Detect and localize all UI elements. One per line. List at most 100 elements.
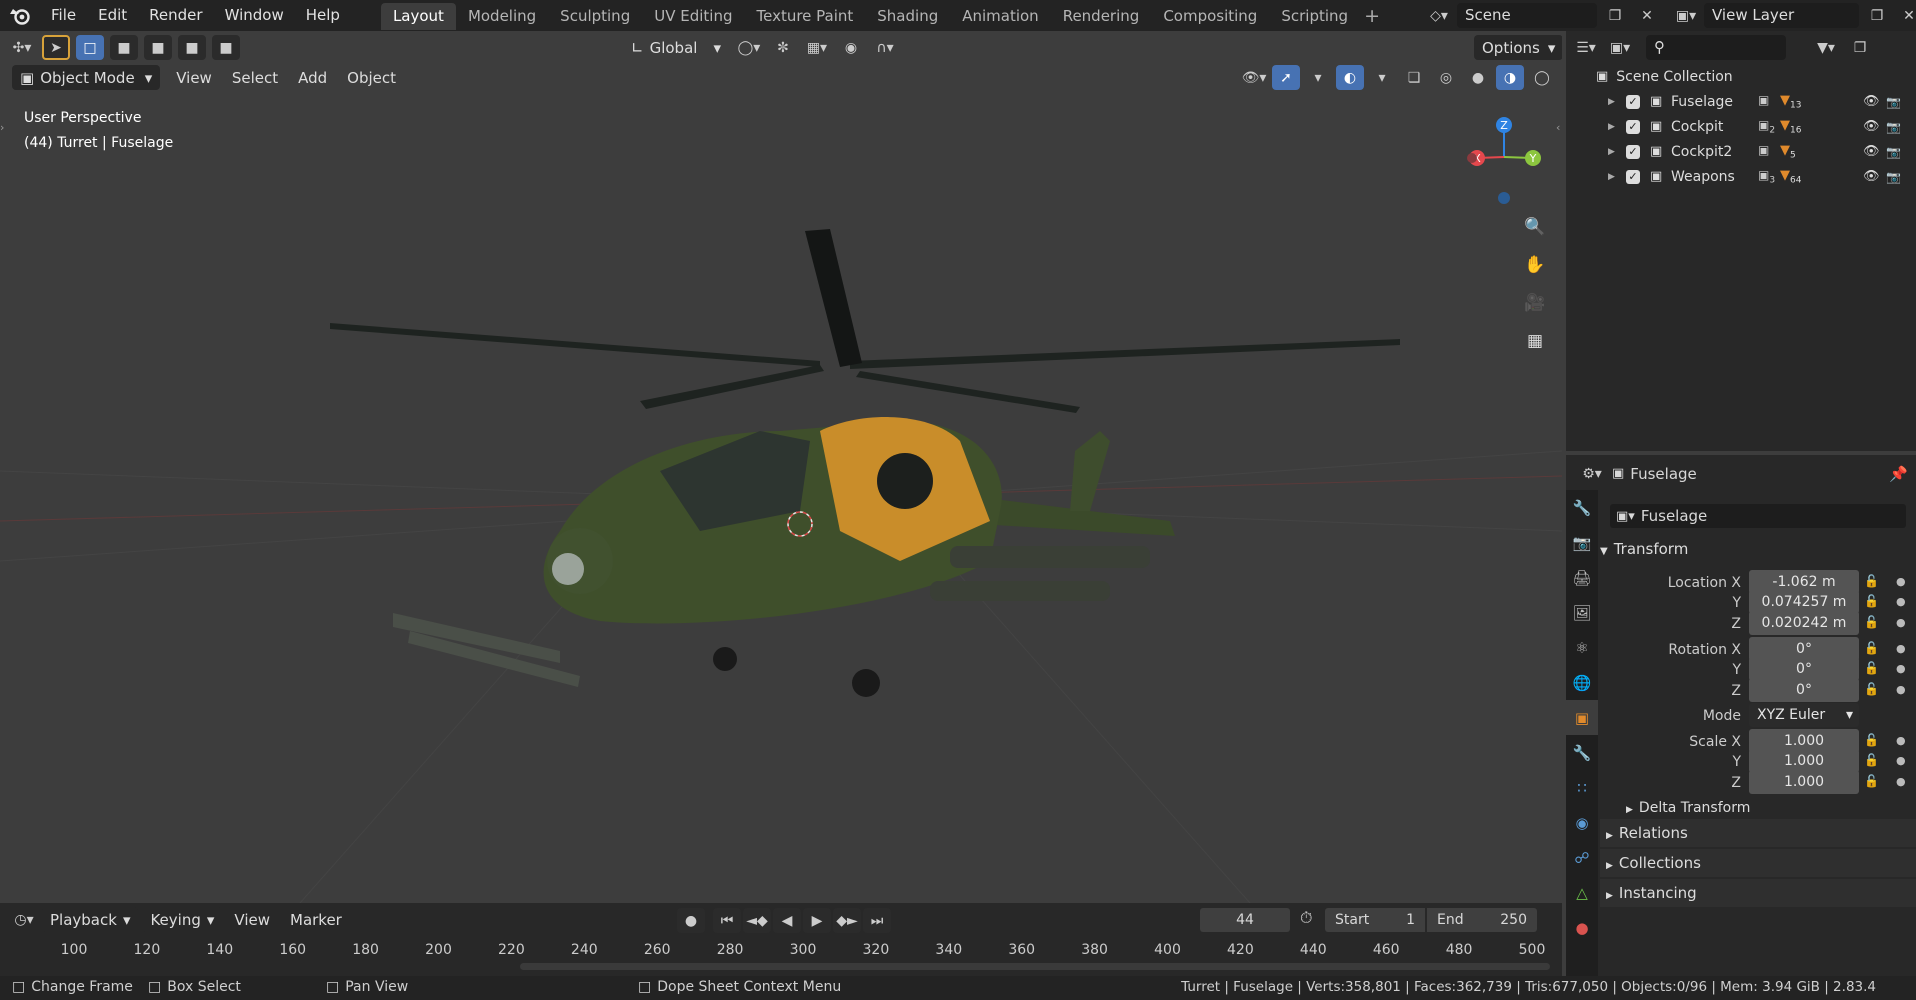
- world-tab-icon[interactable]: 🌐: [1566, 665, 1598, 700]
- outliner-editor-icon[interactable]: ☰▾: [1572, 35, 1600, 60]
- outliner-collection-row[interactable]: ▶ ✓ ▣ Cockpit ▣2 ▼16 👁 📷: [1566, 114, 1916, 139]
- render-tab-icon[interactable]: 📷: [1566, 525, 1598, 560]
- gizmo-toggle-icon[interactable]: ➚: [1272, 65, 1300, 90]
- editor-type-icon[interactable]: ✣▾: [8, 35, 36, 60]
- xray-toggle-icon[interactable]: ❏: [1400, 65, 1428, 90]
- filter-icon[interactable]: ▼▾: [1812, 35, 1840, 60]
- proportional-edit-icon[interactable]: ◉: [837, 35, 865, 60]
- 3d-viewport[interactable]: ✣▾ ➤ □ ■ ■ ■ ■ ∟ Global ▾ ◯▾ ✼ ▦▾ ◉ ∩▾ Opt…: [0, 31, 1562, 903]
- display-mode-icon[interactable]: ▣▾: [1606, 35, 1634, 60]
- mode-dropdown[interactable]: ▣ Object Mode ▾: [12, 65, 161, 90]
- rotation-mode-dropdown[interactable]: XYZ Euler ▾: [1749, 703, 1859, 727]
- keyframe-dot-icon[interactable]: ●: [1896, 754, 1906, 767]
- keyframe-dot-icon[interactable]: ●: [1896, 642, 1906, 655]
- eye-icon[interactable]: 👁: [1863, 119, 1880, 134]
- timeline-editor-icon[interactable]: ◷▾: [10, 907, 38, 932]
- start-frame-field[interactable]: Start 1: [1325, 908, 1425, 932]
- outliner-collection-row[interactable]: ▶ ✓ ▣ Weapons ▣3 ▼64 👁 📷: [1566, 164, 1916, 189]
- view-layer-tab-icon[interactable]: 🖼: [1566, 595, 1598, 630]
- keying-menu[interactable]: Keying ▾: [142, 907, 223, 932]
- viewport-menu-select[interactable]: Select: [224, 65, 286, 90]
- outliner-search-input[interactable]: ⚲: [1646, 35, 1786, 60]
- mesh-data-icon[interactable]: ▼64: [1780, 168, 1801, 186]
- render-camera-icon[interactable]: 📷: [1886, 120, 1901, 134]
- lock-icon[interactable]: 🔓: [1864, 682, 1879, 696]
- snap-target-icon[interactable]: ▦▾: [803, 35, 831, 60]
- keyframe-dot-icon[interactable]: ●: [1896, 662, 1906, 675]
- gizmo-dropdown-icon[interactable]: ▾: [1304, 65, 1332, 90]
- scene-icon[interactable]: ◇▾: [1425, 3, 1453, 28]
- delete-view-layer-icon[interactable]: ✕: [1895, 3, 1916, 28]
- add-workspace-button[interactable]: +: [1360, 5, 1384, 27]
- mesh-data-icon[interactable]: ▼16: [1780, 118, 1801, 136]
- solid-shading-icon[interactable]: ●: [1464, 65, 1492, 90]
- transform-section[interactable]: ▼ Transform: [1600, 535, 1916, 563]
- keyframe-dot-icon[interactable]: ●: [1896, 575, 1906, 588]
- tab-modeling[interactable]: Modeling: [456, 3, 548, 30]
- scale-z-field[interactable]: 1.000: [1749, 770, 1859, 794]
- tab-sculpting[interactable]: Sculpting: [548, 3, 642, 30]
- delta-transform-section[interactable]: ▶ Delta Transform: [1626, 794, 1916, 822]
- pivot-point-icon[interactable]: ◯▾: [735, 35, 763, 60]
- eye-icon[interactable]: 👁: [1863, 169, 1880, 184]
- properties-editor-icon[interactable]: ⚙▾: [1578, 461, 1606, 486]
- outliner-collection-row[interactable]: ▶ ✓ ▣ Fuselage ▣ ▼13 👁 📷: [1566, 89, 1916, 114]
- keyframe-dot-icon[interactable]: ●: [1896, 616, 1906, 629]
- blender-logo-icon[interactable]: [0, 0, 40, 31]
- keyframe-dot-icon[interactable]: ●: [1896, 734, 1906, 747]
- select-tool-icon[interactable]: ➤: [42, 35, 70, 60]
- exclude-checkbox[interactable]: ✓: [1626, 119, 1640, 134]
- wireframe-shading-icon[interactable]: ◎: [1432, 65, 1460, 90]
- end-frame-field[interactable]: End 250: [1427, 908, 1537, 932]
- mesh-data-icon[interactable]: ▼5: [1780, 143, 1796, 161]
- viewport-menu-object[interactable]: Object: [339, 65, 404, 90]
- instancing-section[interactable]: ▶ Instancing: [1600, 879, 1916, 907]
- keyframe-dot-icon[interactable]: ●: [1896, 595, 1906, 608]
- viewport-menu-add[interactable]: Add: [290, 65, 335, 90]
- viewport-menu-view[interactable]: View: [168, 65, 220, 90]
- prev-keyframe-icon[interactable]: ◄◆: [743, 908, 771, 933]
- scene-collection-row[interactable]: ▣ Scene Collection: [1566, 64, 1916, 89]
- lock-icon[interactable]: 🔓: [1864, 733, 1879, 747]
- lock-icon[interactable]: 🔓: [1864, 753, 1879, 767]
- tool-tab-icon[interactable]: 🔧: [1566, 490, 1598, 525]
- mesh-data-icon[interactable]: ▼13: [1780, 93, 1801, 111]
- chevron-right-icon[interactable]: ▶: [1608, 97, 1615, 107]
- modifier-tab-icon[interactable]: 🔧: [1566, 735, 1598, 770]
- tab-rendering[interactable]: Rendering: [1051, 3, 1152, 30]
- constraints-tab-icon[interactable]: ☍: [1566, 840, 1598, 875]
- menu-window[interactable]: Window: [214, 0, 295, 31]
- rotation-z-field[interactable]: 0°: [1749, 678, 1859, 702]
- tab-animation[interactable]: Animation: [950, 3, 1050, 30]
- orientation-dropdown[interactable]: ∟ Global ▾: [623, 35, 729, 60]
- child-objects-icon[interactable]: ▣: [1758, 93, 1769, 110]
- child-objects-icon[interactable]: ▣: [1758, 143, 1769, 160]
- lock-icon[interactable]: 🔓: [1864, 615, 1879, 629]
- stopwatch-icon[interactable]: ⏱: [1300, 908, 1312, 928]
- chevron-right-icon[interactable]: ▶: [1608, 147, 1615, 157]
- tab-scripting[interactable]: Scripting: [1269, 3, 1360, 30]
- jump-start-icon[interactable]: ⏮: [713, 908, 741, 933]
- overlay-dropdown-icon[interactable]: ▾: [1368, 65, 1396, 90]
- material-shading-icon[interactable]: ◑: [1496, 65, 1524, 90]
- new-view-layer-icon[interactable]: ❐: [1863, 3, 1891, 28]
- material-tab-icon[interactable]: ●: [1566, 910, 1598, 945]
- scene-tab-icon[interactable]: ⚛: [1566, 630, 1598, 665]
- relations-section[interactable]: ▶ Relations: [1600, 819, 1916, 847]
- output-tab-icon[interactable]: 🖨: [1566, 560, 1598, 595]
- shading-dropdown-icon[interactable]: ▾: [1560, 65, 1562, 90]
- eye-icon[interactable]: 👁: [1863, 144, 1880, 159]
- outliner-collection-row[interactable]: ▶ ✓ ▣ Cockpit2 ▣ ▼5 👁 📷: [1566, 139, 1916, 164]
- options-dropdown[interactable]: Options ▾: [1474, 35, 1562, 60]
- child-objects-icon[interactable]: ▣3: [1758, 168, 1775, 185]
- menu-render[interactable]: Render: [138, 0, 213, 31]
- new-scene-icon[interactable]: ❐: [1601, 3, 1629, 28]
- pin-icon[interactable]: 📌: [1889, 465, 1908, 483]
- chevron-right-icon[interactable]: ▶: [1608, 172, 1615, 182]
- location-z-field[interactable]: 0.020242 m: [1749, 611, 1859, 635]
- tab-shading[interactable]: Shading: [865, 3, 950, 30]
- tab-uv-editing[interactable]: UV Editing: [642, 3, 744, 30]
- overlay-toggle-icon[interactable]: ◐: [1336, 65, 1364, 90]
- lock-icon[interactable]: 🔓: [1864, 641, 1879, 655]
- keyframe-dot-icon[interactable]: ●: [1896, 775, 1906, 788]
